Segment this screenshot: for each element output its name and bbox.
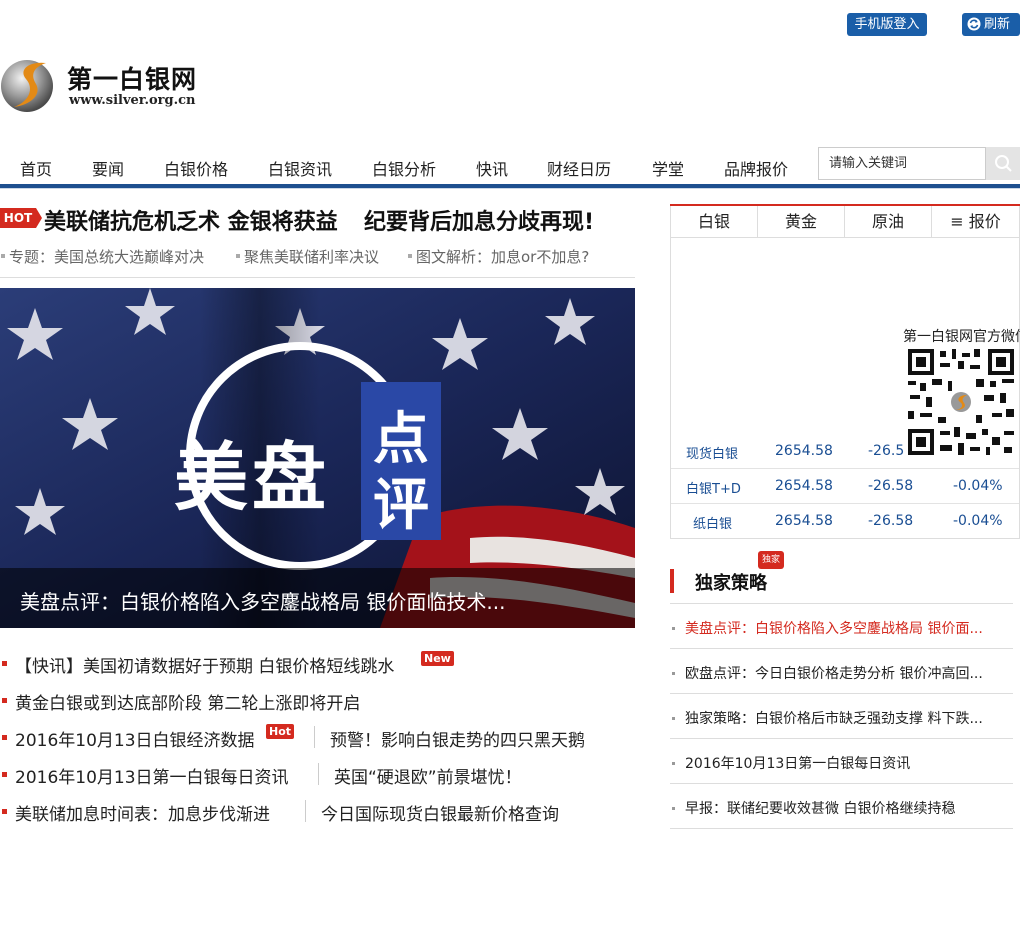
exclusive-accent-bar (670, 569, 674, 593)
news-bullet (2, 735, 7, 740)
nav-silver-price[interactable]: 白银价格 (164, 156, 228, 180)
site-logo[interactable]: 第一白银网 www.silver.org.cn (0, 55, 220, 120)
price-change: -26.5 (868, 443, 905, 459)
list-bullet (672, 762, 675, 765)
price-row[interactable]: 白银T+D 2654.58 -26.58 -0.04% (671, 469, 1019, 504)
nav-underline-thin (0, 188, 1020, 189)
mobile-login-button[interactable]: 手机版登入 (847, 13, 927, 36)
search-input[interactable]: 请输入关键词 (818, 147, 986, 180)
tab-crude-oil[interactable]: 原油 (845, 206, 932, 238)
nav-calendar[interactable]: 财经日历 (547, 156, 611, 180)
news-item-3-right[interactable]: 预警！影响白银走势的四只黑天鹅 (330, 726, 585, 751)
headline-divider (0, 277, 635, 278)
tab-gold[interactable]: 黄金 (758, 206, 845, 238)
news-item-1[interactable]: 【快讯】美国初请数据好于预期 白银价格短线跳水 (15, 652, 394, 677)
news-item-2[interactable]: 黄金白银或到达底部阶段 第二轮上涨即将开启 (15, 689, 360, 714)
news-separator (314, 726, 315, 748)
nav-home[interactable]: 首页 (20, 156, 52, 180)
news-separator (318, 763, 319, 785)
news-item-4[interactable]: 2016年10月13日第一白银每日资讯 (15, 763, 289, 788)
exclusive-item-4[interactable]: 2016年10月13日第一白银每日资讯 (685, 753, 1013, 773)
exclusive-item-divider (670, 693, 1013, 694)
sub-link-infographic[interactable]: 图文解析：加息or不加息? (407, 246, 589, 267)
price-row[interactable]: 现货白银 2654.58 -26.5 (671, 434, 1019, 469)
exclusive-item-3[interactable]: 独家策略：白银价格后市缺乏强劲支撑 料下跌... (685, 708, 1013, 728)
search-button[interactable] (986, 147, 1020, 180)
price-percent: -0.04% (953, 478, 1003, 494)
price-name: 白银T+D (686, 482, 741, 497)
hero-art-text-right-2: 评 (373, 473, 429, 538)
exclusive-item-divider (670, 828, 1013, 829)
news-bullet (2, 772, 7, 777)
news-item-4-right[interactable]: 英国“硬退欧”前景堪忧！ (334, 763, 522, 788)
logo-title: 第一白银网 (67, 65, 198, 94)
tab-silver[interactable]: 白银 (671, 206, 758, 238)
sub-link-fed-rate[interactable]: 聚焦美联储利率决议 (235, 246, 379, 267)
exclusive-title: 独家策略 (695, 573, 767, 594)
qr-title: 第一白银网官方微信 (903, 329, 1020, 345)
price-name: 纸白银 (693, 517, 733, 532)
logo-emblem (1, 60, 53, 112)
news-bullet (2, 809, 7, 814)
sub-link-election[interactable]: 专题：美国总统大选巅峰对决 (0, 246, 204, 267)
tab-quotes[interactable]: ≡ 报价 (932, 206, 1019, 238)
news-bullet (2, 698, 7, 703)
headline-main-right[interactable]: 纪要背后加息分歧再现! (364, 204, 594, 236)
news-bullet (2, 661, 7, 666)
nav-flash[interactable]: 快讯 (476, 156, 508, 180)
list-bullet (672, 627, 675, 630)
exclusive-item-5[interactable]: 早报：联储纪要收效甚微 白银价格继续持稳 (685, 798, 1013, 818)
refresh-label: 刷新 (984, 17, 1011, 32)
news-item-5[interactable]: 美联储加息时间表：加息步伐渐进 (15, 800, 270, 825)
hot-tag: Hot (266, 724, 295, 739)
news-item-3[interactable]: 2016年10月13日白银经济数据 (15, 726, 255, 751)
nav-brand-quotes[interactable]: 品牌报价 (724, 156, 788, 180)
price-value: 2654.58 (775, 443, 833, 459)
hot-badge: HOT (0, 208, 36, 228)
price-value: 2654.58 (775, 478, 833, 494)
price-value: 2654.58 (775, 513, 833, 529)
hero-caption: 美盘点评：白银价格陷入多空鏖战格局 银价面临技术... (20, 590, 506, 614)
exclusive-item-2[interactable]: 欧盘点评：今日白银价格走势分析 银价冲高回... (685, 663, 1013, 683)
price-row[interactable]: 纸白银 2654.58 -26.58 -0.04% (671, 504, 1019, 539)
list-bullet (672, 717, 675, 720)
nav-silver-info[interactable]: 白银资讯 (268, 156, 332, 180)
hot-badge-arrow (36, 208, 42, 228)
hero-banner[interactable]: 美盘 点 评 美盘点评：白银价格陷入多空鏖战格局 银价面临技术... (0, 288, 635, 628)
exclusive-item-1[interactable]: 美盘点评：白银价格陷入多空鏖战格局 银价面... (685, 618, 1013, 638)
price-name: 现货白银 (686, 447, 739, 462)
refresh-icon (967, 17, 981, 31)
price-percent: -0.04% (953, 513, 1003, 529)
search-icon (995, 155, 1012, 172)
exclusive-item-divider (670, 738, 1013, 739)
headline-main-left[interactable]: 美联储抗危机乏术 金银将获益 (44, 204, 338, 236)
nav-school[interactable]: 学堂 (652, 156, 684, 180)
nav-silver-analysis[interactable]: 白银分析 (372, 156, 436, 180)
news-item-5-right[interactable]: 今日国际现货白银最新价格查询 (321, 800, 559, 825)
logo-url: www.silver.org.cn (69, 93, 196, 108)
news-separator (305, 800, 306, 822)
exclusive-item-divider (670, 783, 1013, 784)
list-bullet (672, 807, 675, 810)
new-tag: New (421, 651, 454, 666)
nav-news[interactable]: 要闻 (92, 156, 124, 180)
hero-art-text-left: 美盘 (174, 435, 330, 521)
price-change: -26.58 (868, 513, 914, 529)
refresh-button[interactable]: 刷新 (962, 13, 1020, 36)
exclusive-item-divider (670, 648, 1013, 649)
list-bullet (672, 672, 675, 675)
exclusive-badge: 独家 (758, 551, 784, 569)
exclusive-divider (670, 603, 1013, 604)
price-change: -26.58 (868, 478, 914, 494)
